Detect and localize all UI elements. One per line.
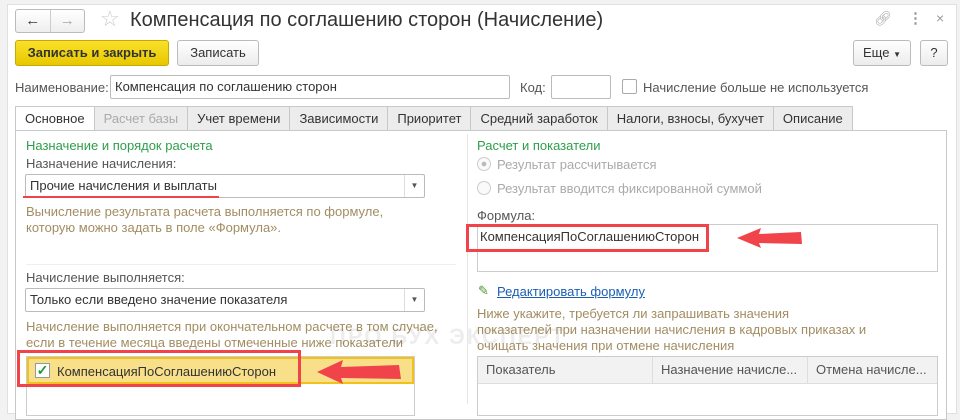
red-arrow-left-icon (317, 360, 401, 384)
radio-selected-icon (477, 157, 491, 171)
exec-label: Начисление выполняется: (26, 270, 185, 285)
tab-description[interactable]: Описание (772, 106, 853, 131)
purpose-hint: Вычисление результата расчета выполняетс… (26, 204, 383, 236)
radio-fixed[interactable]: Результат вводится фиксированной суммой (477, 181, 762, 196)
pencil-icon: ✎ (478, 283, 489, 298)
not-used-checkbox[interactable] (622, 79, 637, 94)
purpose-hint-line1: Вычисление результата расчета выполняетс… (26, 204, 384, 219)
right-hint-line3: очищать значения при отмене начисления (477, 338, 735, 353)
tab-priority[interactable]: Приоритет (387, 106, 472, 131)
help-button[interactable]: ? (920, 40, 948, 66)
column-divider (467, 134, 468, 404)
indicators-table: Показатель Назначение начисле... Отмена … (477, 356, 938, 416)
tab-taxes[interactable]: Налоги, взносы, бухучет (606, 106, 774, 131)
code-label: Код: (520, 80, 546, 95)
more-button[interactable]: Еще ▼ (853, 40, 911, 66)
purpose-value: Прочие начисления и выплаты (30, 178, 217, 193)
separator (26, 264, 456, 265)
radio-calculated-label: Результат рассчитывается (497, 157, 657, 172)
right-hint-line2: показателей при назначении начисления в … (477, 322, 867, 337)
tab-avg-earnings[interactable]: Средний заработок (470, 106, 608, 131)
forward-button[interactable]: → (49, 10, 85, 32)
radio-fixed-label: Результат вводится фиксированной суммой (497, 181, 762, 196)
right-section-title: Расчет и показатели (477, 138, 601, 153)
edit-formula-link[interactable]: Редактировать формулу (497, 284, 645, 299)
red-arrow-left-icon (737, 228, 802, 248)
page-title: Компенсация по соглашению сторон (Начисл… (130, 9, 604, 31)
purpose-select[interactable]: Прочие начисления и выплаты ▼ (25, 174, 425, 198)
save-and-close-button[interactable]: Записать и закрыть (15, 40, 169, 66)
back-button[interactable]: ← (16, 10, 50, 32)
link-icon[interactable]: 🔗︎ (874, 10, 892, 27)
col-assignment[interactable]: Назначение начисле... (653, 357, 808, 383)
purpose-hint-line2: которую можно задать в поле «Формула». (26, 220, 282, 235)
save-button[interactable]: Записать (177, 40, 259, 66)
name-input[interactable]: Компенсация по соглашению сторон (110, 75, 510, 99)
code-input[interactable] (551, 75, 611, 99)
dropdown-arrow-icon[interactable]: ▼ (404, 175, 424, 197)
exec-select[interactable]: Только если введено значение показателя ▼ (25, 288, 425, 312)
tab-main[interactable]: Основное (15, 106, 95, 132)
more-label: Еще (863, 45, 890, 60)
radio-empty-icon (477, 181, 491, 195)
nav-buttons: ← → (15, 9, 85, 33)
formula-label: Формула: (477, 208, 536, 223)
red-underline-annotation (23, 196, 219, 198)
col-indicator[interactable]: Показатель (478, 357, 653, 383)
red-highlight-box (17, 350, 301, 387)
name-label: Наименование: (15, 80, 109, 95)
more-vertical-icon[interactable]: ⋮ (908, 9, 923, 27)
left-section-title: Назначение и порядок расчета (26, 138, 213, 153)
favorite-star-icon[interactable]: ☆ (100, 6, 120, 32)
dropdown-arrow-icon[interactable]: ▼ (404, 289, 424, 311)
table-header: Показатель Назначение начисле... Отмена … (478, 357, 937, 384)
not-used-label: Начисление больше не используется (643, 80, 869, 95)
exec-value: Только если введено значение показателя (30, 292, 288, 307)
red-highlight-box (466, 224, 709, 252)
tab-dependencies[interactable]: Зависимости (289, 106, 389, 131)
col-cancel[interactable]: Отмена начисле... (808, 357, 937, 383)
radio-calculated[interactable]: Результат рассчитывается (477, 157, 657, 172)
right-hint-line1: Ниже укажите, требуется ли запрашивать з… (477, 306, 790, 321)
tab-base-calc[interactable]: Расчет базы (93, 106, 189, 131)
close-icon[interactable]: × (936, 10, 944, 26)
purpose-label: Назначение начисления: (26, 156, 177, 171)
tab-bar: Основное Расчет базы Учет времени Зависи… (15, 106, 853, 132)
tab-time[interactable]: Учет времени (187, 106, 291, 131)
right-hint: Ниже укажите, требуется ли запрашивать з… (477, 306, 866, 354)
chevron-down-icon: ▼ (893, 50, 901, 59)
